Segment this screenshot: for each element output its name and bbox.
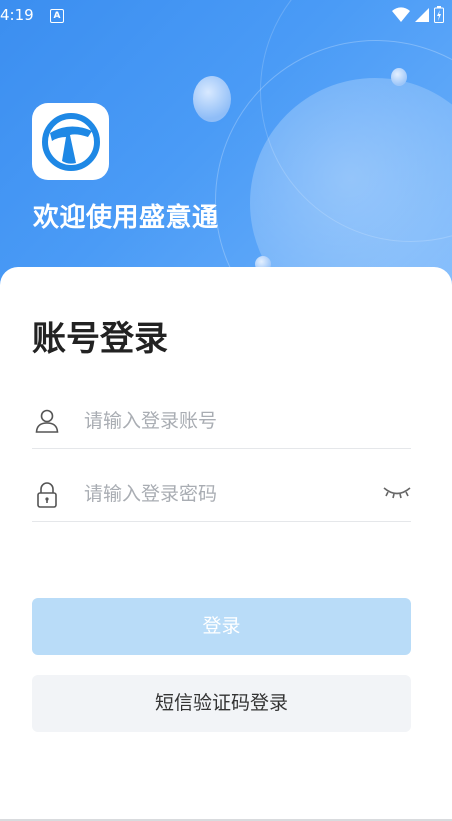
- user-icon: [34, 408, 60, 438]
- battery-icon: [434, 6, 444, 23]
- cell-signal-icon: [415, 7, 429, 22]
- sms-login-button[interactable]: 短信验证码登录: [32, 675, 411, 732]
- header-banner: 4:19 A 欢迎使用盛意通: [0, 0, 452, 300]
- status-icons: [392, 6, 444, 23]
- accessibility-notification-icon: A: [50, 9, 64, 23]
- password-field: [32, 465, 411, 522]
- wifi-icon: [392, 6, 410, 22]
- login-card: 账号登录 请输入登录账号 登录 短信验证码登录: [0, 267, 452, 821]
- status-time: 4:19: [0, 6, 34, 24]
- decor-orb: [193, 76, 231, 122]
- status-bar: 4:19 A: [0, 0, 452, 30]
- password-input[interactable]: [82, 479, 366, 509]
- account-input[interactable]: [82, 406, 366, 436]
- app-logo-icon: [41, 112, 100, 171]
- welcome-title: 欢迎使用盛意通: [33, 203, 219, 233]
- lock-icon: [34, 481, 60, 513]
- account-field: [32, 392, 411, 449]
- login-button[interactable]: 登录: [32, 598, 411, 655]
- app-logo: [32, 103, 109, 180]
- decor-orb: [391, 68, 407, 86]
- login-title: 账号登录: [32, 319, 168, 359]
- eye-closed-icon[interactable]: [383, 485, 411, 505]
